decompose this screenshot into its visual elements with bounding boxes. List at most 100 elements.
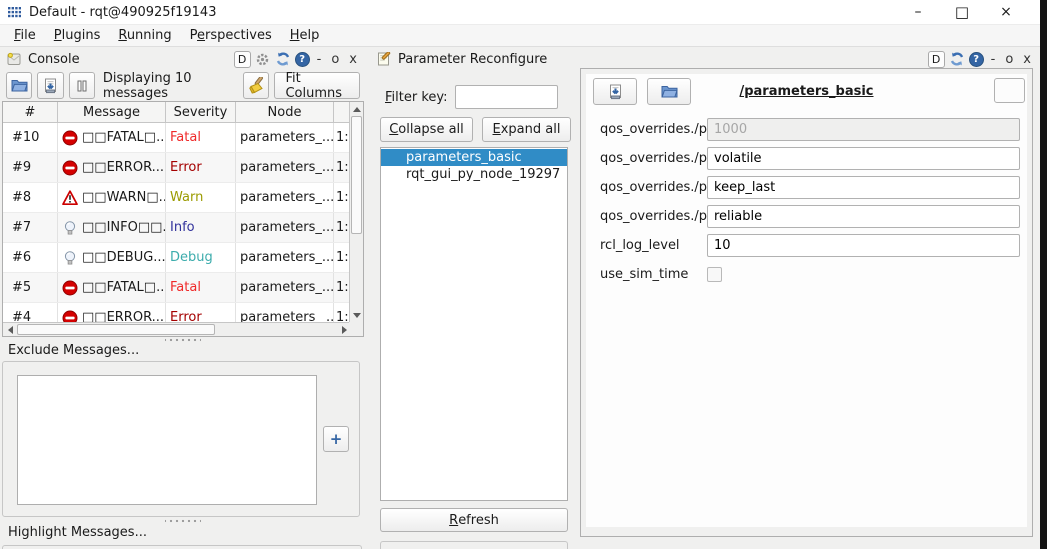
load-params-button[interactable] [647, 78, 691, 105]
column-header-node[interactable]: Node [236, 102, 334, 122]
menu-plugins[interactable]: Plugins [45, 26, 110, 45]
broom-icon [248, 77, 265, 94]
help-icon[interactable]: ? [295, 52, 310, 67]
log-row[interactable]: #5□□FATAL□...Fatalparameters_...1: [3, 273, 351, 303]
screen: Default - rqt@490925f19143 – □ × FilePlu… [0, 0, 1047, 549]
detach-button[interactable]: D [928, 51, 945, 68]
log-row[interactable]: #4□□ERROR...Errorparameters_ ...1: [3, 303, 351, 324]
parameter-reconfigure-panel: Parameter Reconfigure D ? - [370, 47, 1040, 549]
help-icon[interactable]: ? [969, 52, 984, 67]
console-panel: Console D [0, 47, 366, 549]
log-row[interactable]: #9□□ERROR...Errorparameters_...1: [3, 153, 351, 183]
filter-key-input[interactable] [455, 85, 558, 109]
log-message-text: □□FATAL□... [82, 130, 166, 145]
console-toolbar: Displaying 10 messages Fit Columns [0, 71, 366, 100]
use_sim_time-checkbox[interactable] [707, 267, 722, 282]
log-row[interactable]: #10□□FATAL□...Fatalparameters_...1: [3, 123, 351, 153]
param-row: qos_overrides./p [586, 117, 1027, 141]
scroll-up-button[interactable] [350, 102, 364, 116]
param-label: rcl_log_level [600, 238, 707, 253]
param-row: qos_overrides./p [586, 146, 1027, 170]
horizontal-scroll-thumb[interactable] [17, 324, 215, 335]
column-header-num[interactable]: # [3, 102, 58, 122]
stop-icon [62, 160, 78, 176]
pause-button[interactable] [69, 72, 95, 99]
dock-close-button[interactable]: x [346, 52, 360, 67]
log-table: #MessageSeverityNode #10□□FATAL□...Fatal… [2, 101, 364, 337]
scrollbar-corner [349, 322, 363, 336]
log-row[interactable]: #6□□DEBUG...Debugparameters_...1: [3, 243, 351, 273]
collapse-all-button[interactable]: Collapse all [380, 117, 473, 142]
dock-float-button[interactable]: o [328, 52, 342, 67]
settings-gear-icon[interactable] [255, 51, 271, 67]
menu-file[interactable]: File [5, 26, 45, 45]
highlight-messages-label: Highlight Messages... [8, 525, 147, 540]
fit-columns-button[interactable]: Fit Columns [274, 72, 360, 99]
scroll-down-button[interactable] [350, 308, 364, 322]
vertical-scrollbar[interactable] [349, 102, 363, 322]
reload-icon[interactable] [275, 51, 291, 67]
splitter-handle[interactable] [0, 519, 366, 524]
log-message-text: □□INFO□□... [82, 220, 166, 235]
log-node: parameters_... [236, 273, 334, 302]
log-message-text: □□FATAL□... [82, 280, 166, 295]
maximize-button[interactable]: □ [940, 3, 984, 21]
param-row: rcl_log_level [586, 233, 1027, 257]
console-icon [6, 51, 22, 67]
param-label: use_sim_time [600, 267, 707, 282]
column-header-severity[interactable]: Severity [166, 102, 236, 122]
reload-icon[interactable] [949, 51, 965, 67]
param-input-qos_overrides./p[interactable] [707, 147, 1020, 170]
exclude-filter-list[interactable] [17, 375, 317, 505]
node-item-parameters_basic[interactable]: parameters_basic [381, 149, 567, 166]
add-filter-button[interactable]: + [323, 426, 349, 452]
log-row[interactable]: #7□□INFO□□...Infoparameters_...1: [3, 213, 351, 243]
dock-close-button[interactable]: x [1020, 52, 1034, 67]
log-node: parameters_ ... [236, 303, 334, 324]
log-row[interactable]: #8□□WARN□...Warnparameters_...1: [3, 183, 351, 213]
parameter-rows: qos_overrides./pqos_overrides./pqos_over… [586, 117, 1027, 291]
param-input-rcl_log_level[interactable] [707, 234, 1020, 257]
minimize-button[interactable]: – [896, 4, 940, 20]
scroll-left-button[interactable] [3, 323, 17, 337]
expand-all-button[interactable]: Expand all [482, 117, 571, 142]
log-table-rows: #10□□FATAL□...Fatalparameters_...1:#9□□E… [3, 123, 351, 324]
vertical-scroll-thumb[interactable] [351, 116, 362, 234]
dock-minimize-button[interactable]: - [988, 52, 999, 67]
close-node-button[interactable] [994, 78, 1025, 103]
down-arrow-icon [353, 313, 361, 318]
param-input-qos_overrides./p[interactable] [707, 205, 1020, 228]
column-header-message[interactable]: Message [58, 102, 166, 122]
log-message: □□FATAL□... [58, 273, 166, 302]
app-window: Default - rqt@490925f19143 – □ × FilePlu… [0, 0, 1040, 549]
save-log-button[interactable] [37, 72, 63, 99]
detach-button[interactable]: D [234, 51, 251, 68]
up-arrow-icon [353, 107, 361, 112]
bulb-icon [62, 220, 78, 236]
dock-float-button[interactable]: o [1002, 52, 1016, 67]
log-number: #6 [3, 243, 58, 272]
log-message: □□ERROR... [58, 303, 166, 324]
menu-running[interactable]: Running [109, 26, 180, 45]
menu-help[interactable]: Help [281, 26, 329, 45]
log-message: □□INFO□□... [58, 213, 166, 242]
log-number: #4 [3, 303, 58, 324]
log-message: □□DEBUG... [58, 243, 166, 272]
param-input-qos_overrides./p[interactable] [707, 118, 1020, 141]
node-item-rqt_gui_py_node_19297[interactable]: rqt_gui_py_node_19297 [381, 166, 567, 183]
log-severity: Debug [166, 243, 236, 272]
clear-button[interactable] [243, 72, 269, 99]
log-number: #9 [3, 153, 58, 182]
horizontal-scrollbar[interactable] [3, 322, 351, 336]
save-params-button[interactable] [593, 78, 637, 105]
log-message-text: □□WARN□... [82, 190, 166, 205]
folder-icon [661, 84, 678, 99]
close-button[interactable]: × [984, 4, 1028, 20]
menu-perspectives[interactable]: Perspectives [181, 26, 281, 45]
open-log-button[interactable] [6, 72, 32, 99]
log-severity: Fatal [166, 123, 236, 152]
dock-minimize-button[interactable]: - [314, 52, 325, 67]
param-label: qos_overrides./p [600, 151, 707, 166]
param-input-qos_overrides./p[interactable] [707, 176, 1020, 199]
refresh-button[interactable]: Refresh [380, 508, 568, 532]
